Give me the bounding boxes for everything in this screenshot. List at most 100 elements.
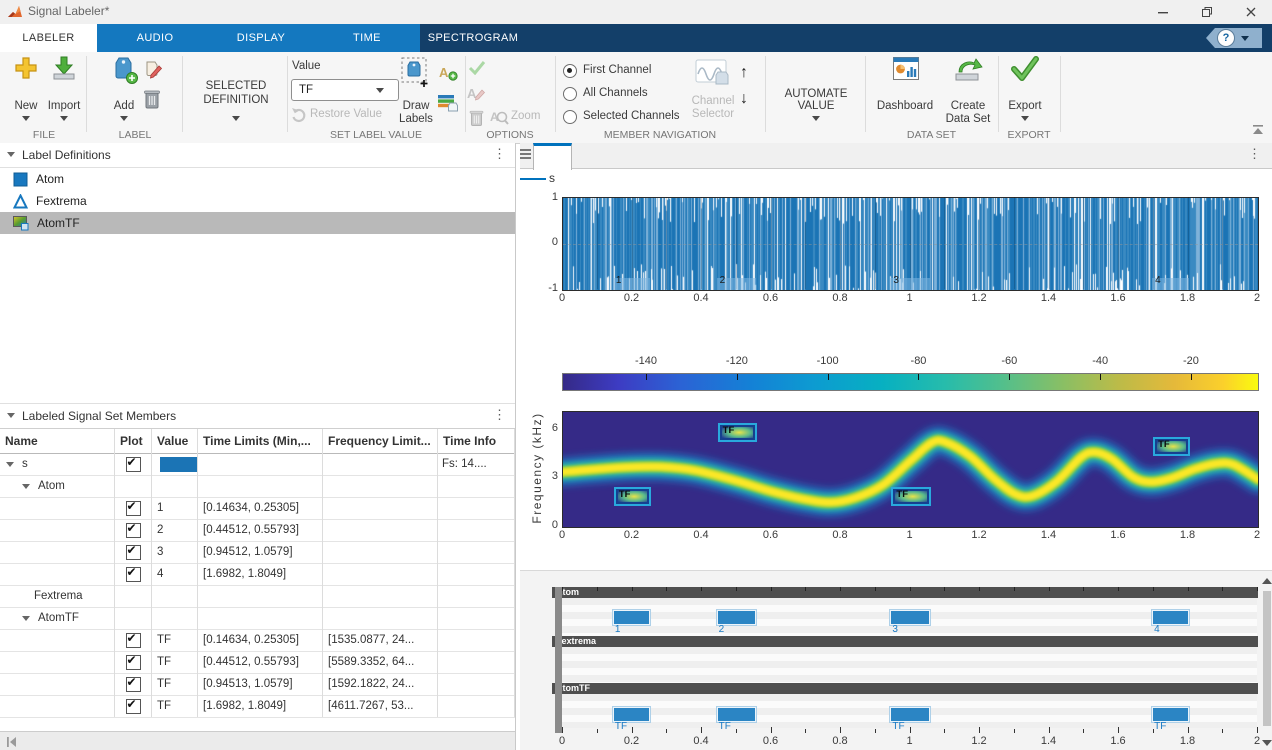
tab-audio[interactable]: AUDIO	[102, 24, 208, 52]
member-timelimits-cell: [0.14634, 0.25305]	[198, 497, 323, 519]
next-member-button[interactable]: ↓	[740, 90, 748, 108]
plot-checkbox[interactable]: ✔	[126, 501, 141, 516]
add-text-label-button[interactable]: A	[438, 64, 458, 85]
expander-icon[interactable]	[22, 616, 30, 621]
radio-all-channels[interactable]	[563, 87, 577, 101]
colorbar[interactable]	[562, 373, 1259, 391]
previous-member-button[interactable]: ↑	[740, 64, 748, 82]
plot-checkbox[interactable]: ✔	[126, 677, 141, 692]
member-row[interactable]: ✔3[0.94512, 1.0579]	[0, 541, 515, 564]
delete-value-button[interactable]	[469, 109, 484, 130]
plot-checkbox[interactable]: ✔	[126, 523, 141, 538]
help-dropdown-icon[interactable]	[1241, 36, 1249, 41]
label-definitions-menu-icon[interactable]: ⋮	[493, 146, 506, 162]
close-button[interactable]	[1232, 0, 1270, 24]
member-row[interactable]: ✔2[0.44512, 0.55793]	[0, 519, 515, 542]
tf-label-box[interactable]: TF	[1153, 437, 1190, 456]
new-dropdown-icon[interactable]	[22, 116, 30, 121]
add-dropdown-icon[interactable]	[120, 116, 128, 121]
collapse-label-definitions-icon[interactable]	[7, 152, 15, 157]
rename-label-button[interactable]: A	[466, 84, 486, 105]
expander-icon[interactable]	[6, 462, 14, 467]
plot-checkbox[interactable]: ✔	[126, 655, 141, 670]
member-row[interactable]: ✔1[0.14634, 0.25305]	[0, 497, 515, 520]
document-tab[interactable]	[533, 143, 572, 170]
column-header-4[interactable]: Frequency Limit...	[323, 429, 438, 453]
column-header-0[interactable]: Name	[0, 429, 115, 453]
tab-display[interactable]: DISPLAY	[208, 24, 314, 52]
member-row[interactable]: Atom	[0, 475, 515, 498]
scroll-to-start-icon[interactable]	[6, 736, 18, 748]
strip-header-fextrema[interactable]: Fextrema	[552, 636, 1258, 647]
automate-value-dropdown-icon[interactable]	[812, 116, 820, 121]
scroll-down-icon[interactable]	[1262, 740, 1272, 746]
tab-labeler[interactable]: LABELER	[0, 24, 97, 52]
edit-label-button[interactable]	[142, 60, 162, 83]
selected-definition-dropdown-icon[interactable]	[232, 116, 240, 121]
zoom-button[interactable]: A Zoom	[490, 108, 509, 130]
plot-checkbox[interactable]: ✔	[126, 699, 141, 714]
plot-checkbox[interactable]: ✔	[126, 567, 141, 582]
help-button[interactable]: ?	[1206, 28, 1262, 48]
tf-label-box[interactable]: TF	[718, 423, 757, 442]
expander-icon[interactable]	[22, 484, 30, 489]
collapse-ribbon-button[interactable]	[1252, 124, 1264, 138]
member-row[interactable]: ✔TF[0.94513, 1.0579][1592.1822, 24...	[0, 673, 515, 696]
strip-header-atomtf[interactable]: AtomTF	[552, 683, 1258, 694]
channel-selector-button[interactable]: Channel Selector	[694, 58, 732, 91]
member-row[interactable]: ✔TF[0.14634, 0.25305][1535.0877, 24...	[0, 629, 515, 652]
member-row[interactable]: Fextrema	[0, 585, 515, 608]
scrollbar-thumb[interactable]	[1263, 591, 1271, 726]
accept-button[interactable]	[468, 60, 486, 78]
export-dropdown-icon[interactable]	[1021, 116, 1029, 121]
tf-label-box[interactable]: TF	[614, 487, 651, 506]
value-combobox-arrow-icon[interactable]	[376, 88, 384, 93]
strip-segment[interactable]	[717, 610, 756, 625]
restore-button[interactable]	[1188, 0, 1226, 24]
member-row[interactable]: ✔TF[0.44512, 0.55793][5589.3352, 64...	[0, 651, 515, 674]
members-menu-icon[interactable]: ⋮	[493, 407, 506, 423]
strip-segment[interactable]	[613, 610, 650, 625]
plot-checkbox[interactable]: ✔	[126, 545, 141, 560]
strip-segment[interactable]	[717, 707, 756, 722]
strip-segment[interactable]	[1152, 707, 1189, 722]
tab-spectrogram[interactable]: SPECTROGRAM	[420, 24, 526, 52]
label-definition-atom[interactable]: Atom	[0, 168, 515, 190]
column-header-2[interactable]: Value	[152, 429, 198, 453]
tab-time[interactable]: TIME	[314, 24, 420, 52]
label-definition-atomtf[interactable]: AtomTF	[0, 212, 515, 234]
strips-left-scrollbar[interactable]	[555, 587, 562, 733]
member-name-cell: Fextrema	[0, 585, 115, 607]
column-header-1[interactable]: Plot	[115, 429, 152, 453]
column-header-5[interactable]: Time Info	[438, 429, 515, 453]
plot-checkbox[interactable]: ✔	[126, 457, 141, 472]
strip-segment[interactable]	[613, 707, 650, 722]
strip-segment[interactable]	[890, 610, 929, 625]
member-row[interactable]: ✔4[1.6982, 1.8049]	[0, 563, 515, 586]
viewer-menu-icon[interactable]: ⋮	[1248, 146, 1261, 162]
tf-label-box[interactable]: TF	[891, 487, 930, 506]
delete-label-button[interactable]	[143, 88, 161, 113]
strip-segment[interactable]	[890, 707, 929, 722]
value-combobox[interactable]: TF	[291, 79, 399, 101]
member-row[interactable]: AtomTF	[0, 607, 515, 630]
member-row[interactable]: ✔TF[1.6982, 1.8049][4611.7267, 53...	[0, 695, 515, 718]
plot-checkbox[interactable]: ✔	[126, 633, 141, 648]
radio-selected-channels[interactable]	[563, 110, 577, 124]
strip-header-atom[interactable]: Atom	[552, 587, 1258, 598]
member-row[interactable]: s✔Fs: 14....	[0, 453, 515, 476]
restore-value-button[interactable]: Restore Value	[291, 107, 307, 126]
scroll-up-icon[interactable]	[1262, 578, 1272, 584]
label-style-button[interactable]	[437, 94, 459, 115]
radio-first-channel[interactable]	[563, 64, 577, 78]
label-definition-fextrema[interactable]: Fextrema	[0, 190, 515, 212]
members-hscrollbar[interactable]	[0, 731, 515, 750]
spectrogram-plot[interactable]: TF TF TF TF	[562, 411, 1259, 528]
import-dropdown-icon[interactable]	[60, 116, 68, 121]
column-header-3[interactable]: Time Limits (Min,...	[198, 429, 323, 453]
strips-vscrollbar[interactable]	[1262, 576, 1272, 750]
minimize-button[interactable]	[1144, 0, 1182, 24]
help-icon[interactable]: ?	[1217, 29, 1235, 47]
strip-segment[interactable]	[1152, 610, 1189, 625]
collapse-members-icon[interactable]	[7, 413, 15, 418]
